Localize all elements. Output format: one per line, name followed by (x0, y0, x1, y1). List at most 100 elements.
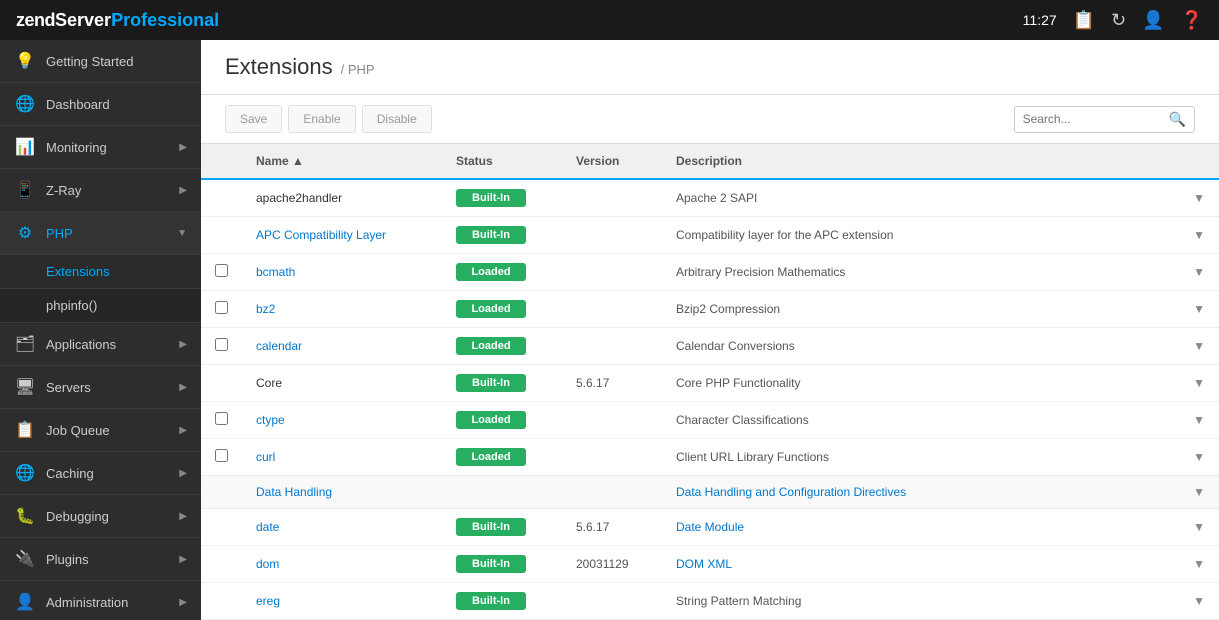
sidebar: 💡 Getting Started 🌐 Dashboard 📊 Monitori… (0, 40, 201, 620)
description-link[interactable]: DOM XML (676, 557, 732, 571)
topbar: zendServerProfessional 11:27 📋 ↻ 👤 ❓ (0, 0, 1219, 40)
cell-status: Loaded (442, 439, 562, 476)
expand-chevron-icon[interactable]: ▼ (1193, 450, 1205, 464)
sidebar-item-caching[interactable]: 🌐 Caching ▶ (0, 452, 201, 495)
description-link[interactable]: Data Handling and Configuration Directiv… (676, 485, 906, 499)
refresh-icon[interactable]: ↻ (1111, 10, 1126, 31)
cell-version (562, 476, 662, 509)
cell-description: Date Module (662, 509, 1179, 546)
expand-chevron-icon[interactable]: ▼ (1193, 265, 1205, 279)
table-row: dom Built-In 20031129 DOM XML ▼ (201, 546, 1219, 583)
name-link[interactable]: APC Compatibility Layer (256, 228, 386, 242)
row-checkbox[interactable] (215, 264, 228, 277)
cell-name: ereg (242, 583, 442, 620)
sidebar-item-php[interactable]: ⚙ PHP ▼ (0, 212, 201, 255)
cell-version (562, 583, 662, 620)
expand-chevron-icon[interactable]: ▼ (1193, 302, 1205, 316)
sidebar-item-debugging[interactable]: 🐛 Debugging ▶ (0, 495, 201, 538)
expand-chevron-icon[interactable]: ▼ (1193, 520, 1205, 534)
description-link[interactable]: Date Module (676, 520, 744, 534)
cell-name: bcmath (242, 254, 442, 291)
expand-chevron-icon[interactable]: ▼ (1193, 228, 1205, 242)
sidebar-item-administration[interactable]: 👤 Administration ▶ (0, 581, 201, 620)
disable-button[interactable]: Disable (362, 105, 432, 133)
cell-action: ▼ (1179, 583, 1219, 620)
save-button[interactable]: Save (225, 105, 282, 133)
name-link[interactable]: curl (256, 450, 275, 464)
cell-status: Built-In (442, 583, 562, 620)
name-link[interactable]: calendar (256, 339, 302, 353)
caching-arrow-icon: ▶ (179, 468, 187, 479)
cell-version (562, 217, 662, 254)
cell-description: Client URL Library Functions (662, 439, 1179, 476)
expand-chevron-icon[interactable]: ▼ (1193, 413, 1205, 427)
sidebar-item-getting-started[interactable]: 💡 Getting Started (0, 40, 201, 83)
job-queue-arrow-icon: ▶ (179, 425, 187, 436)
cell-version: 20031129 (562, 546, 662, 583)
table-row: curl Loaded Client URL Library Functions ▼ (201, 439, 1219, 476)
dashboard-icon: 🌐 (14, 93, 36, 115)
user-icon[interactable]: 👤 (1142, 10, 1164, 31)
sidebar-item-dashboard[interactable]: 🌐 Dashboard (0, 83, 201, 126)
sidebar-item-job-queue[interactable]: 📋 Job Queue ▶ (0, 409, 201, 452)
sidebar-item-z-ray[interactable]: 📱 Z-Ray ▶ (0, 169, 201, 212)
status-badge: Loaded (456, 337, 526, 355)
row-checkbox[interactable] (215, 301, 228, 314)
col-version: Version (562, 144, 662, 179)
cell-description: Apache 2 SAPI (662, 179, 1179, 217)
search-box: 🔍 (1014, 106, 1195, 133)
table-row: eregBuilt-InString Pattern Matching▼ (201, 583, 1219, 620)
sidebar-label-caching: Caching (46, 466, 179, 481)
cell-status: Loaded (442, 328, 562, 365)
sidebar-item-servers[interactable]: 🖥 Servers ▶ (0, 366, 201, 409)
name-link[interactable]: ctype (256, 413, 285, 427)
sidebar-item-applications[interactable]: 🗂 Applications ▶ (0, 323, 201, 366)
extensions-table: Name ▲ Status Version Description apache… (201, 144, 1219, 620)
sidebar-item-monitoring[interactable]: 📊 Monitoring ▶ (0, 126, 201, 169)
expand-chevron-icon[interactable]: ▼ (1193, 485, 1205, 499)
row-checkbox[interactable] (215, 338, 228, 351)
search-input[interactable] (1023, 112, 1163, 126)
name-link[interactable]: date (256, 520, 279, 534)
expand-chevron-icon[interactable]: ▼ (1193, 376, 1205, 390)
status-badge: Built-In (456, 555, 526, 573)
debugging-arrow-icon: ▶ (179, 511, 187, 522)
enable-button[interactable]: Enable (288, 105, 355, 133)
cell-action: ▼ (1179, 328, 1219, 365)
sidebar-label-phpinfo: phpinfo() (46, 298, 187, 313)
expand-chevron-icon[interactable]: ▼ (1193, 557, 1205, 571)
name-link[interactable]: dom (256, 557, 279, 571)
status-badge: Built-In (456, 592, 526, 610)
cell-action: ▼ (1179, 365, 1219, 402)
sidebar-item-extensions[interactable]: Extensions (0, 255, 201, 289)
name-link[interactable]: bz2 (256, 302, 275, 316)
z-ray-icon: 📱 (14, 179, 36, 201)
cell-version: 5.6.17 (562, 365, 662, 402)
cell-name: curl (242, 439, 442, 476)
cell-name: APC Compatibility Layer (242, 217, 442, 254)
toolbar: Save Enable Disable 🔍 (201, 95, 1219, 144)
status-badge: Built-In (456, 518, 526, 536)
monitoring-arrow-icon: ▶ (179, 142, 187, 153)
expand-chevron-icon[interactable]: ▼ (1193, 594, 1205, 608)
col-name[interactable]: Name ▲ (242, 144, 442, 179)
sidebar-label-servers: Servers (46, 380, 179, 395)
expand-chevron-icon[interactable]: ▼ (1193, 339, 1205, 353)
sidebar-item-phpinfo[interactable]: phpinfo() (0, 289, 201, 323)
expand-chevron-icon[interactable]: ▼ (1193, 191, 1205, 205)
caching-icon: 🌐 (14, 462, 36, 484)
sidebar-item-plugins[interactable]: 🔌 Plugins ▶ (0, 538, 201, 581)
cell-action: ▼ (1179, 509, 1219, 546)
name-link[interactable]: ereg (256, 594, 280, 608)
applications-icon: 🗂 (14, 333, 36, 355)
row-checkbox[interactable] (215, 449, 228, 462)
cell-name: Data Handling (242, 476, 442, 509)
notifications-icon[interactable]: 📋 (1073, 10, 1095, 31)
cell-status: Built-In (442, 509, 562, 546)
name-link[interactable]: Data Handling (256, 485, 332, 499)
name-link[interactable]: bcmath (256, 265, 295, 279)
help-icon[interactable]: ❓ (1181, 10, 1203, 31)
servers-arrow-icon: ▶ (179, 382, 187, 393)
row-checkbox[interactable] (215, 412, 228, 425)
monitoring-icon: 📊 (14, 136, 36, 158)
